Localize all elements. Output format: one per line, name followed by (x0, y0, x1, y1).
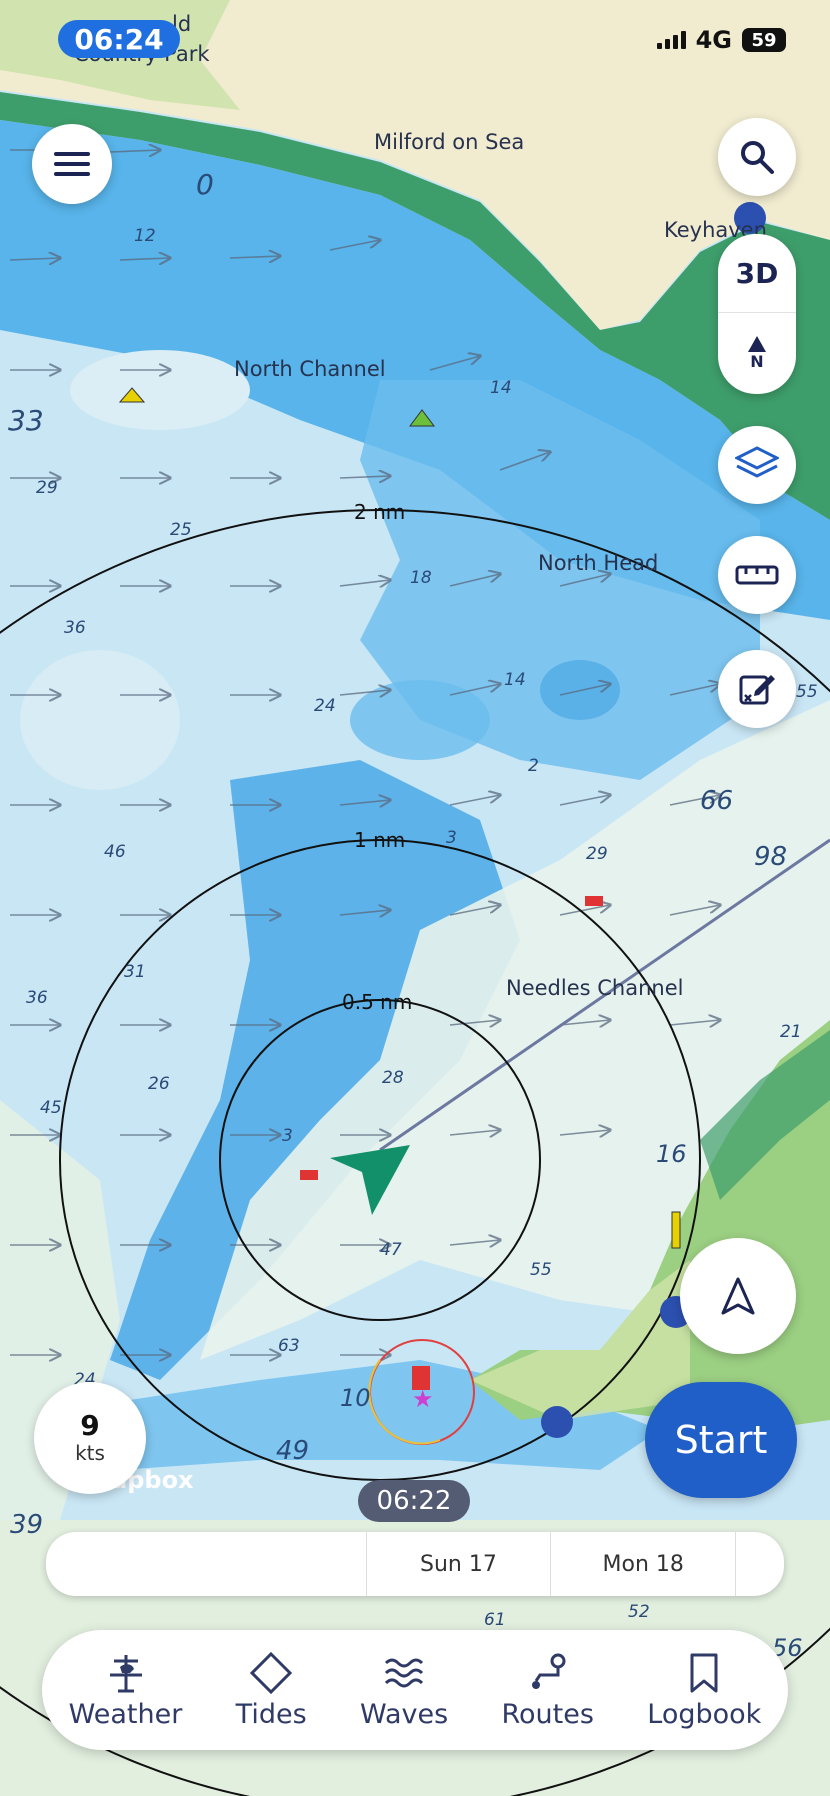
timeline-day[interactable] (46, 1532, 366, 1596)
ruler-icon (735, 565, 779, 585)
search-button[interactable] (718, 118, 796, 196)
search-icon (741, 141, 774, 174)
speed-value: 9 (80, 1409, 100, 1442)
depth-sounding: 26 (148, 1074, 170, 1094)
forecast-timeline[interactable]: Sun 17 Mon 18 (46, 1532, 784, 1596)
depth-sounding: 0 (196, 168, 214, 201)
depth-sounding: 36 (26, 988, 48, 1008)
depth-sounding: 33 (8, 404, 44, 437)
range-ring-label-inner: 0.5 nm (342, 990, 413, 1014)
depth-sounding: 14 (490, 378, 512, 398)
depth-sounding: 3 (446, 828, 457, 848)
place-north-channel: North Channel (234, 357, 386, 381)
status-indicators: 4G 59 (656, 26, 786, 54)
depth-sounding: 2 (528, 756, 539, 776)
edit-button[interactable] (718, 650, 796, 728)
tab-routes-label: Routes (501, 1698, 594, 1730)
place-milford: Milford on Sea (374, 130, 525, 154)
depth-sounding: 55 (796, 682, 818, 702)
signal-icon (656, 31, 686, 49)
speed-unit: kts (75, 1441, 105, 1465)
depth-sounding: 98 (754, 842, 788, 872)
depth-sounding: 61 (484, 1610, 506, 1630)
time-scrubber-badge[interactable]: 06:22 (358, 1480, 470, 1522)
edit-icon (739, 675, 775, 705)
range-ring-label-middle: 1 nm (354, 828, 406, 852)
depth-sounding: 28 (382, 1068, 404, 1088)
north-arrow-icon (748, 335, 766, 352)
status-time: 06:24 (58, 20, 180, 58)
layers-button[interactable] (718, 426, 796, 504)
depth-sounding: 12 (134, 226, 156, 246)
tab-routes[interactable]: Routes (501, 1651, 594, 1730)
place-north-head: North Head (538, 551, 659, 575)
depth-sounding: 47 (380, 1240, 402, 1260)
depth-sounding: 29 (586, 844, 608, 864)
tab-tides-label: Tides (235, 1698, 307, 1730)
view-controls: 3D N (718, 234, 796, 394)
depth-sounding: 14 (504, 670, 526, 690)
3d-toggle-button[interactable]: 3D (718, 234, 796, 313)
depth-sounding: 63 (278, 1336, 300, 1356)
weather-vane-icon (109, 1654, 142, 1692)
depth-sounding: 45 (40, 1098, 62, 1118)
tab-waves-label: Waves (359, 1698, 449, 1730)
timeline-day[interactable] (735, 1532, 784, 1596)
place-needles-channel: Needles Channel (506, 976, 684, 1000)
3d-label: 3D (735, 256, 779, 290)
depth-sounding: 39 (10, 1510, 44, 1540)
measure-button[interactable] (718, 536, 796, 614)
nautical-chart[interactable]: ★ (0, 0, 830, 1796)
menu-icon (54, 152, 90, 176)
depth-sounding: 52 (628, 1602, 650, 1622)
depth-sounding: 66 (700, 786, 734, 816)
depth-sounding: 18 (410, 568, 432, 588)
timeline-day[interactable]: Mon 18 (550, 1532, 735, 1596)
diamond-icon (250, 1651, 293, 1694)
tab-waves[interactable]: Waves (360, 1651, 448, 1730)
layers-icon (735, 446, 779, 478)
range-ring-label-outer: 2 nm (354, 500, 406, 524)
compass-north-button[interactable]: N (718, 313, 796, 393)
bookmark-icon (690, 1653, 718, 1692)
tab-logbook-label: Logbook (647, 1698, 762, 1730)
timeline-day[interactable]: Sun 17 (365, 1532, 551, 1596)
depth-sounding: 29 (36, 478, 58, 498)
depth-sounding: 3 (282, 1126, 293, 1146)
waves-icon (385, 1658, 424, 1687)
locate-button[interactable] (680, 1238, 796, 1354)
tab-logbook[interactable]: Logbook (647, 1651, 761, 1730)
depth-sounding: 46 (104, 842, 126, 862)
network-type: 4G (695, 26, 732, 54)
depth-sounding: 49 (276, 1436, 310, 1466)
route-icon (531, 1653, 566, 1689)
navigation-arrow-icon (721, 1277, 755, 1315)
depth-sounding: 55 (530, 1260, 552, 1280)
battery-icon: 59 (742, 28, 786, 52)
menu-button[interactable] (32, 124, 112, 204)
depth-sounding: 36 (64, 618, 86, 638)
depth-sounding: 21 (780, 1022, 802, 1042)
depth-sounding: 10 (340, 1384, 371, 1412)
bottom-navigation: Weather Tides Waves Routes Logbook (42, 1630, 788, 1750)
svg-text:★: ★ (412, 1385, 434, 1413)
start-button[interactable]: Start (645, 1382, 797, 1498)
depth-sounding: 25 (170, 520, 192, 540)
north-label: N (750, 351, 764, 371)
tab-weather[interactable]: Weather (68, 1651, 183, 1730)
speed-indicator: 9 kts (34, 1382, 146, 1494)
depth-sounding: 31 (124, 962, 146, 982)
depth-sounding: 24 (314, 696, 336, 716)
tab-weather-label: Weather (68, 1698, 183, 1730)
depth-sounding: 16 (656, 1140, 687, 1168)
tab-tides[interactable]: Tides (236, 1651, 307, 1730)
